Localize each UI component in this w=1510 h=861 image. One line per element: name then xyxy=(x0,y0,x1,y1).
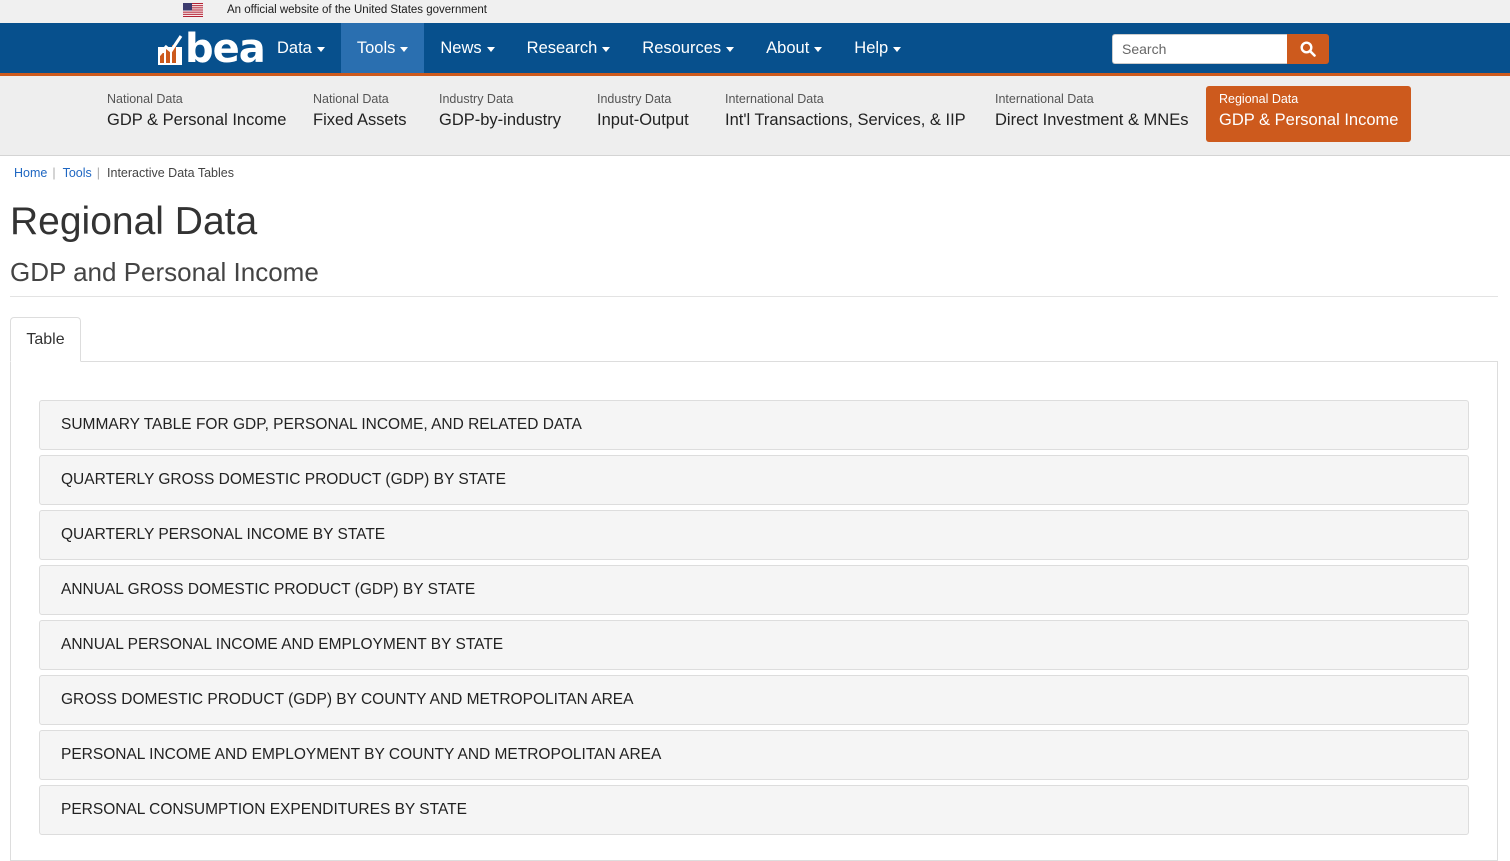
subnav-national-gdp-personal-income[interactable]: National Data GDP & Personal Income xyxy=(94,86,299,142)
breadcrumb-separator: | xyxy=(96,166,101,180)
search-input[interactable] xyxy=(1112,34,1287,64)
table-accordion-item[interactable]: QUARTERLY PERSONAL INCOME BY STATE xyxy=(39,510,1469,560)
nav-item-data[interactable]: Data xyxy=(261,23,341,73)
nav-item-label: Research xyxy=(526,38,598,57)
nav-item-label: Data xyxy=(277,38,312,57)
us-flag-icon xyxy=(183,3,203,17)
table-accordion-item[interactable]: SUMMARY TABLE FOR GDP, PERSONAL INCOME, … xyxy=(39,400,1469,450)
bea-logo-text: bea xyxy=(185,26,266,72)
nav-item-label: News xyxy=(440,38,482,57)
caret-down-icon xyxy=(893,46,902,52)
nav-item-resources[interactable]: Resources xyxy=(626,23,750,73)
nav-item-label: About xyxy=(766,38,810,57)
tab-table[interactable]: Table xyxy=(10,317,81,362)
subnav-label: GDP & Personal Income xyxy=(1219,111,1399,129)
subnav-label: GDP-by-industry xyxy=(439,111,561,129)
breadcrumb-current: Interactive Data Tables xyxy=(107,166,234,180)
bea-logo-mark-icon xyxy=(157,35,183,65)
nav-item-help[interactable]: Help xyxy=(838,23,917,73)
nav-item-about[interactable]: About xyxy=(750,23,838,73)
gov-banner: An official website of the United States… xyxy=(0,0,1510,23)
search-form xyxy=(1112,34,1329,64)
nav-item-news[interactable]: News xyxy=(424,23,510,73)
subnav-category: International Data xyxy=(995,92,1094,106)
subnav-label: Input-Output xyxy=(597,111,689,129)
divider xyxy=(10,296,1498,297)
page-subtitle: GDP and Personal Income xyxy=(10,257,319,287)
subnav-category: National Data xyxy=(313,92,389,106)
subnav-international-direct-investment[interactable]: International Data Direct Investment & M… xyxy=(982,86,1201,142)
subnav-industry-gdp-by-industry[interactable]: Industry Data GDP-by-industry xyxy=(426,86,574,142)
gov-banner-text: An official website of the United States… xyxy=(227,4,487,16)
subnav-label: Int'l Transactions, Services, & IIP xyxy=(725,111,966,129)
subnav-category: National Data xyxy=(107,92,183,106)
subnav-label: Direct Investment & MNEs xyxy=(995,111,1189,129)
caret-down-icon xyxy=(316,46,325,52)
breadcrumb: Home | Tools | Interactive Data Tables xyxy=(14,166,234,180)
table-accordion-item[interactable]: PERSONAL CONSUMPTION EXPENDITURES BY STA… xyxy=(39,785,1469,835)
subnav-category: Regional Data xyxy=(1219,92,1299,106)
page-title: Regional Data xyxy=(10,200,258,243)
subnav-national-fixed-assets[interactable]: National Data Fixed Assets xyxy=(300,86,420,142)
nav-menu: Data Tools News Research Resources About… xyxy=(261,23,917,73)
subnav-category: Industry Data xyxy=(439,92,514,106)
subnav-category: International Data xyxy=(725,92,824,106)
nav-item-tools[interactable]: Tools xyxy=(340,23,425,73)
table-accordion-item[interactable]: GROSS DOMESTIC PRODUCT (GDP) BY COUNTY A… xyxy=(39,675,1469,725)
nav-item-label: Tools xyxy=(356,38,396,57)
nav-item-label: Help xyxy=(854,38,889,57)
caret-down-icon xyxy=(602,46,611,52)
breadcrumb-home-link[interactable]: Home xyxy=(14,166,47,180)
caret-down-icon xyxy=(814,46,823,52)
search-button[interactable] xyxy=(1287,34,1329,64)
bea-logo[interactable]: bea xyxy=(157,26,266,72)
nav-item-research[interactable]: Research xyxy=(511,23,627,73)
table-list: SUMMARY TABLE FOR GDP, PERSONAL INCOME, … xyxy=(39,400,1469,840)
table-accordion-item[interactable]: ANNUAL PERSONAL INCOME AND EMPLOYMENT BY… xyxy=(39,620,1469,670)
subnav-international-transactions[interactable]: International Data Int'l Transactions, S… xyxy=(712,86,979,142)
subnav-category: Industry Data xyxy=(597,92,672,106)
subnav-industry-input-output[interactable]: Industry Data Input-Output xyxy=(584,86,702,142)
caret-down-icon xyxy=(400,46,409,52)
tab-panel-table: SUMMARY TABLE FOR GDP, PERSONAL INCOME, … xyxy=(10,361,1498,861)
subnav-regional-gdp-personal-income[interactable]: Regional Data GDP & Personal Income xyxy=(1206,86,1412,142)
subnav-label: GDP & Personal Income xyxy=(107,111,287,129)
table-accordion-item[interactable]: QUARTERLY GROSS DOMESTIC PRODUCT (GDP) B… xyxy=(39,455,1469,505)
breadcrumb-tools-link[interactable]: Tools xyxy=(63,166,92,180)
subnav-label: Fixed Assets xyxy=(313,111,407,129)
data-category-nav: National Data GDP & Personal Income Nati… xyxy=(0,76,1510,156)
main-navigation: bea Data Tools News Research Resources A… xyxy=(0,23,1510,76)
breadcrumb-separator: | xyxy=(52,166,56,180)
search-icon xyxy=(1300,41,1316,57)
nav-item-label: Resources xyxy=(642,38,722,57)
table-accordion-item[interactable]: PERSONAL INCOME AND EMPLOYMENT BY COUNTY… xyxy=(39,730,1469,780)
caret-down-icon xyxy=(726,46,735,52)
table-accordion-item[interactable]: ANNUAL GROSS DOMESTIC PRODUCT (GDP) BY S… xyxy=(39,565,1469,615)
caret-down-icon xyxy=(486,46,495,52)
